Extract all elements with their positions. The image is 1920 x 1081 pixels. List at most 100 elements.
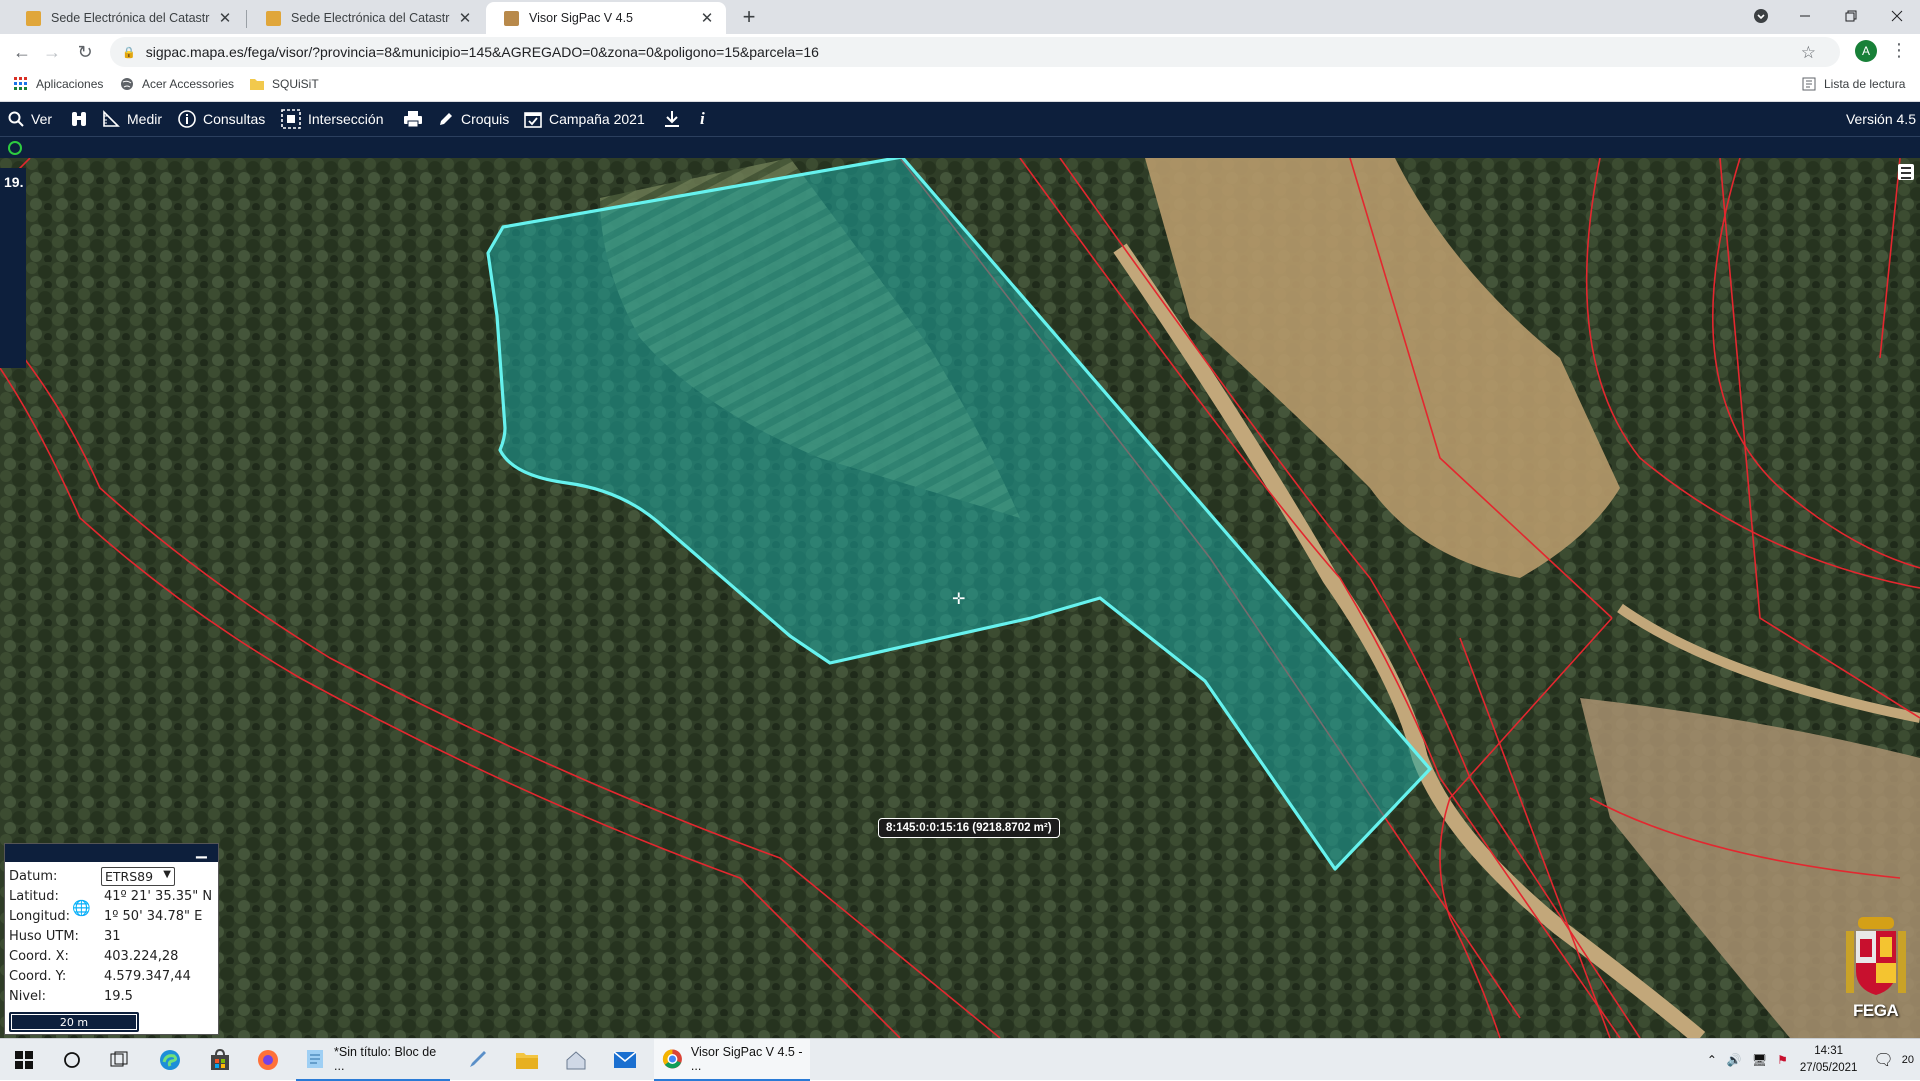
download-button[interactable] bbox=[664, 102, 687, 136]
bookmark-label: Acer Accessories bbox=[142, 77, 235, 91]
taskbar-notepad[interactable]: *Sin título: Bloc de ... bbox=[296, 1039, 450, 1081]
map-viewport[interactable]: 19. ✛ 8:145:0:0:15:16 (9218.8702 m²) FEG… bbox=[0, 158, 1920, 1038]
info-button[interactable]: i bbox=[700, 102, 705, 136]
minimize-panel-button[interactable]: ▁ bbox=[196, 844, 208, 862]
taskbar-app-label: Visor SigPac V 4.5 - ... bbox=[690, 1045, 803, 1073]
info-circle-icon bbox=[178, 110, 196, 128]
campana-button[interactable]: Campaña 2021 bbox=[524, 102, 645, 136]
huso-value: 31 bbox=[104, 929, 121, 944]
datum-row: Datum: bbox=[9, 868, 104, 886]
volume-icon[interactable]: 🔊 bbox=[1727, 1053, 1742, 1067]
chevron-up-icon[interactable]: ⌃ bbox=[1707, 1053, 1717, 1067]
new-tab-button[interactable]: + bbox=[736, 5, 762, 31]
address-bar[interactable]: 🔒 sigpac.mapa.es/fega/visor/?provincia=8… bbox=[110, 37, 1840, 67]
profile-avatar[interactable]: A bbox=[1855, 40, 1877, 62]
system-tray: ⌃ 🔊 🖥 ⚑ 14:31 27/05/2021 🗨 20 bbox=[1707, 1039, 1920, 1081]
sigpac-favicon-icon bbox=[504, 10, 519, 26]
chrome-icon bbox=[662, 1049, 682, 1069]
coord-y-row: Coord. Y: 4.579.347,44 bbox=[9, 968, 191, 986]
forward-arrow-icon[interactable]: → bbox=[38, 38, 66, 66]
nivel-label: Nivel: bbox=[9, 989, 47, 1004]
binoculars-button[interactable] bbox=[70, 102, 95, 136]
bookmarks-bar: Aplicaciones Acer Accessories SQUiSiT Li… bbox=[0, 70, 1920, 102]
intersection-icon bbox=[281, 109, 301, 129]
coordinates-panel: ▁ Datum: ETRS89 ▼ Latitud: 41º 21' 35.35"… bbox=[4, 843, 219, 1035]
tab-search-icon[interactable] bbox=[1738, 0, 1784, 32]
interseccion-label: Intersección bbox=[308, 111, 384, 127]
ver-button[interactable]: Ver bbox=[8, 102, 52, 136]
coordinates-panel-header: ▁ bbox=[5, 844, 218, 862]
tab-catastro-1[interactable]: Sede Electrónica del Catastro - C ✕ bbox=[8, 2, 244, 34]
printer-icon bbox=[404, 111, 422, 128]
file-explorer-icon[interactable] bbox=[503, 1039, 551, 1081]
latitude-row: Latitud: 41º 21' 35.35" N bbox=[9, 888, 212, 906]
browser-menu-icon[interactable]: ⋮ bbox=[1890, 40, 1908, 62]
close-icon[interactable]: ✕ bbox=[698, 9, 716, 27]
search-icon[interactable] bbox=[48, 1039, 96, 1081]
consultas-label: Consultas bbox=[203, 111, 266, 127]
ruler-icon bbox=[103, 110, 120, 127]
nivel-value: 19.5 bbox=[104, 989, 133, 1004]
firefox-icon[interactable] bbox=[244, 1039, 292, 1081]
medir-button[interactable]: Medir bbox=[102, 102, 162, 136]
task-view-icon[interactable] bbox=[96, 1039, 144, 1081]
print-button[interactable] bbox=[403, 102, 430, 136]
url-text: sigpac.mapa.es/fega/visor/?provincia=8&m… bbox=[145, 44, 819, 60]
mail-icon[interactable] bbox=[601, 1039, 649, 1081]
sigpac-toolbar: Ver Medir Consultas Intersección Croquis… bbox=[0, 102, 1920, 136]
version-label: Versión 4.5 bbox=[1845, 111, 1916, 127]
cursor-crosshair-icon: ✛ bbox=[952, 591, 966, 608]
reading-list[interactable]: Lista de lectura bbox=[1802, 77, 1905, 91]
croquis-button[interactable]: Croquis bbox=[438, 102, 509, 136]
taskbar-chrome-sigpac[interactable]: Visor SigPac V 4.5 - ... bbox=[654, 1039, 810, 1081]
flag-icon[interactable]: ⚑ bbox=[1777, 1053, 1788, 1067]
reload-icon[interactable]: ↻ bbox=[71, 38, 99, 66]
longitude-value: 1º 50' 34.78" E bbox=[104, 909, 203, 924]
layers-menu-icon[interactable] bbox=[1898, 164, 1914, 180]
datum-select[interactable]: ETRS89 ▼ bbox=[101, 867, 175, 886]
windows-start-icon[interactable] bbox=[0, 1039, 48, 1081]
tab-divider bbox=[246, 10, 247, 28]
scale-bar: 20 m bbox=[9, 1012, 139, 1032]
interseccion-button[interactable]: Intersección bbox=[281, 102, 383, 136]
pencil-icon bbox=[440, 113, 452, 125]
catastro-favicon-icon bbox=[266, 10, 281, 26]
close-icon[interactable]: ✕ bbox=[456, 9, 474, 27]
network-icon[interactable]: 🖥 bbox=[1752, 1053, 1767, 1067]
bookmark-squisit[interactable]: SQUiSiT bbox=[250, 77, 319, 91]
back-arrow-icon[interactable]: ← bbox=[8, 38, 36, 66]
bookmark-acer[interactable]: Acer Accessories bbox=[120, 77, 234, 91]
edge-browser-icon[interactable] bbox=[146, 1039, 194, 1081]
bookmark-label: SQUiSiT bbox=[272, 77, 319, 91]
pen-tool-icon[interactable] bbox=[454, 1039, 502, 1081]
apps-grid-icon bbox=[14, 77, 27, 90]
bookmark-apps[interactable]: Aplicaciones bbox=[14, 77, 103, 91]
coord-y-value: 4.579.347,44 bbox=[104, 969, 191, 984]
minimize-button[interactable] bbox=[1782, 0, 1828, 32]
reading-list-label: Lista de lectura bbox=[1824, 77, 1906, 91]
catastro-favicon-icon bbox=[26, 10, 41, 26]
bookmark-star-icon[interactable]: ☆ bbox=[1801, 43, 1816, 63]
status-bar bbox=[0, 136, 1920, 158]
longitude-row: Longitud: 1º 50' 34.78" E bbox=[9, 908, 202, 926]
coord-x-row: Coord. X: 403.224,28 bbox=[9, 948, 178, 966]
restore-button[interactable] bbox=[1828, 0, 1874, 32]
reading-list-icon bbox=[1802, 77, 1816, 91]
clock-date: 27/05/2021 bbox=[1799, 1062, 1858, 1074]
close-window-button[interactable] bbox=[1874, 0, 1920, 32]
lock-icon: 🔒 bbox=[122, 46, 136, 59]
tab-visor-sigpac[interactable]: Visor SigPac V 4.5 ✕ bbox=[486, 2, 726, 34]
tab-title: Visor SigPac V 4.5 bbox=[529, 11, 633, 25]
consultas-button[interactable]: Consultas bbox=[178, 102, 265, 136]
search-icon bbox=[8, 111, 24, 127]
parcel-reference-label: 8:145:0:0:15:16 (9218.8702 m²) bbox=[878, 818, 1060, 838]
store-icon[interactable] bbox=[196, 1039, 244, 1081]
tab-catastro-2[interactable]: Sede Electrónica del Catastro ✕ bbox=[248, 2, 484, 34]
home-icon[interactable] bbox=[552, 1039, 600, 1081]
zoom-level-indicator: 19. bbox=[0, 168, 26, 368]
calendar-check-icon bbox=[524, 112, 542, 128]
taskbar-clock[interactable]: 14:31 27/05/2021 bbox=[1800, 1043, 1858, 1077]
notification-center-icon[interactable]: 🗨 bbox=[1873, 1050, 1893, 1070]
close-icon[interactable]: ✕ bbox=[216, 9, 234, 27]
datum-value: ETRS89 bbox=[105, 869, 154, 884]
